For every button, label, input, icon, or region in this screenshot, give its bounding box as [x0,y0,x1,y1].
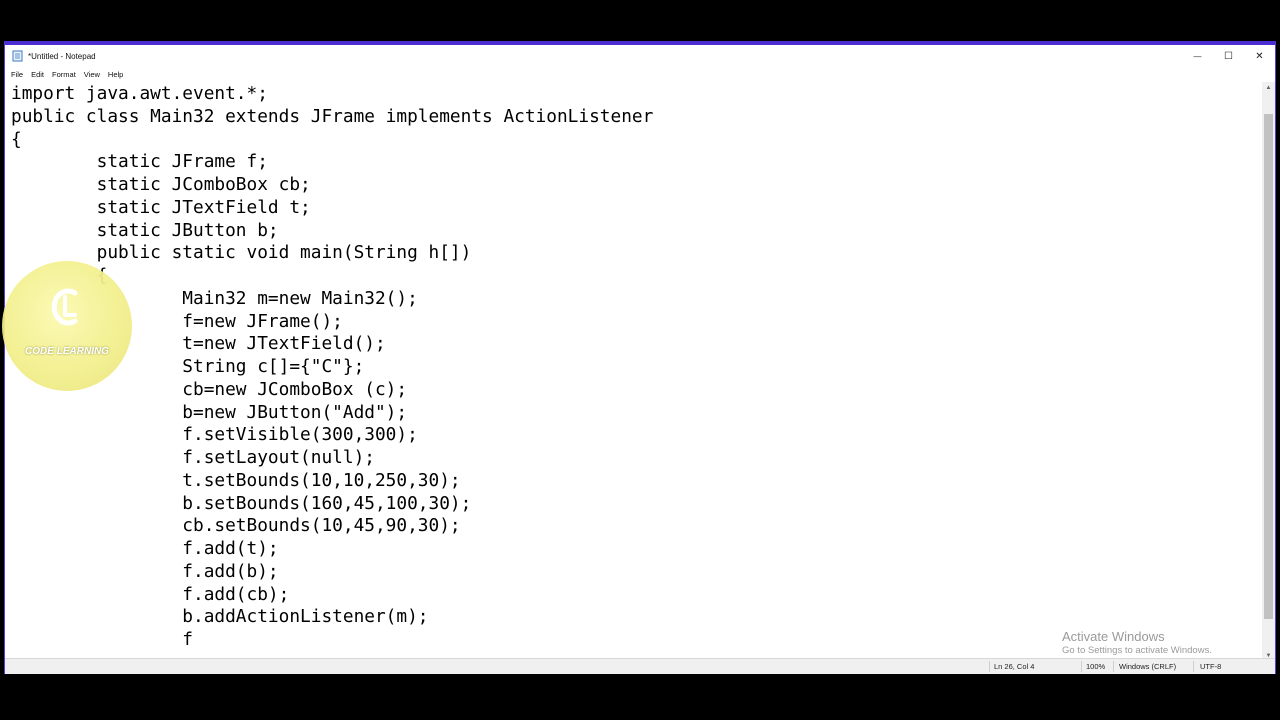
code-line: static JTextField t; [11,196,311,218]
status-divider [989,661,990,672]
code-line: t.setBounds(10,10,250,30); [11,469,461,491]
logo-text: CODE LEARNING [25,346,109,357]
code-line: f.add(b); [11,560,279,582]
menu-help[interactable]: Help [108,70,123,79]
code-learning-logo: CODE LEARNING [2,261,132,391]
status-bar: Ln 26, Col 4 100% Windows (CRLF) UTF-8 [5,658,1275,674]
code-line: f.add(cb); [11,583,290,605]
code-line: import java.awt.event.*; [11,83,268,104]
status-divider [1113,661,1114,672]
code-line: b=new JButton("Add"); [11,401,408,423]
title-bar[interactable]: *Untitled - Notepad — ☐ ✕ [5,45,1275,67]
maximize-icon: ☐ [1224,50,1233,62]
menu-file[interactable]: File [11,70,23,79]
notepad-app-icon [12,50,23,62]
vertical-scrollbar[interactable]: ▲ ▼ [1262,82,1275,662]
code-line: { [11,128,22,150]
minimize-button[interactable]: — [1182,45,1213,67]
close-icon: ✕ [1255,50,1264,62]
code-line: f [11,629,193,650]
menu-edit[interactable]: Edit [31,70,44,79]
scrollbar-thumb[interactable] [1264,114,1273,619]
logo-mark-icon [51,288,78,326]
code-line: b.setBounds(160,45,100,30); [11,492,472,514]
close-button[interactable]: ✕ [1244,45,1275,67]
code-line: static JComboBox cb; [11,174,311,195]
activate-windows-watermark: Activate Windows Go to Settings to activ… [1062,629,1212,656]
status-divider [1081,661,1082,672]
menu-view[interactable]: View [84,70,100,79]
code-line: f.setVisible(300,300); [11,424,418,446]
code-line: b.addActionListener(m); [11,606,429,628]
window-title: *Untitled - Notepad [28,51,96,61]
code-line: cb.setBounds(10,45,90,30); [11,515,461,537]
minimize-icon: — [1193,51,1202,61]
scroll-up-arrow-icon[interactable]: ▲ [1262,82,1275,94]
status-zoom: 100% [1086,662,1106,671]
code-line: f.setLayout(null); [11,447,375,468]
notepad-window: *Untitled - Notepad — ☐ ✕ File Edit Form… [4,41,1276,674]
text-editor[interactable]: import java.awt.event.*; public class Ma… [5,82,1263,662]
code-line: public static void main(String h[]) [11,242,472,264]
status-line-ending: Windows (CRLF) [1119,662,1177,671]
code-line: static JFrame f; [11,151,268,173]
watermark-subtitle: Go to Settings to activate Windows. [1062,645,1212,656]
status-cursor-position: Ln 26, Col 4 [994,662,1035,671]
code-line: static JButton b; [11,219,279,241]
code-line: f.add(t); [11,538,279,559]
status-encoding: UTF-8 [1200,662,1222,671]
menu-format[interactable]: Format [52,70,76,79]
code-line: public class Main32 extends JFrame imple… [11,105,654,127]
watermark-title: Activate Windows [1062,629,1165,644]
status-divider [1193,661,1194,672]
menu-bar: File Edit Format View Help [5,67,1275,82]
maximize-button[interactable]: ☐ [1213,45,1244,67]
